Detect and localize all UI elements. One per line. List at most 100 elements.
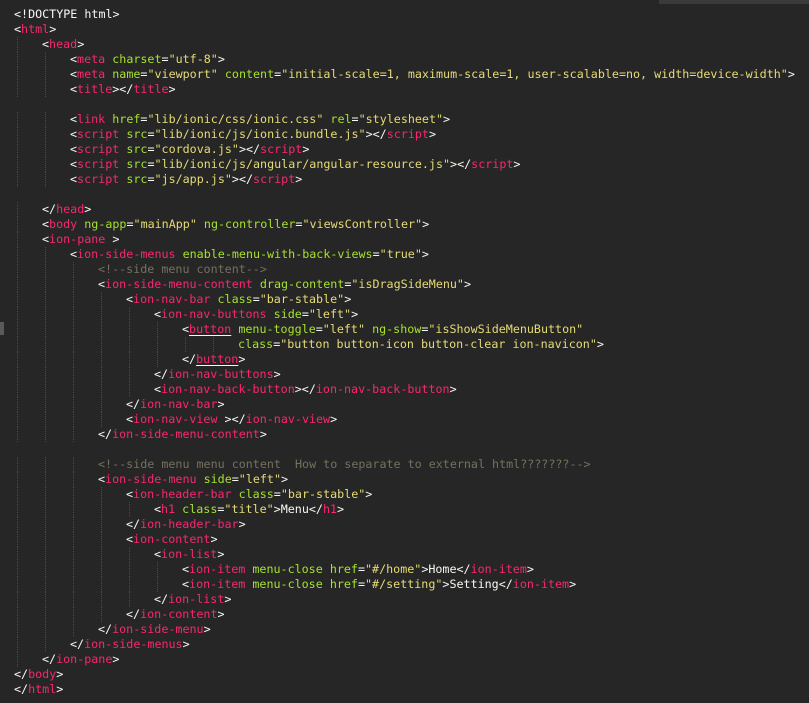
code-line[interactable]: </ion-side-menu-content> [14,427,809,442]
code-line[interactable]: <link href = "lib/ionic/css/ionic.css" rel… [14,112,809,127]
tag-name: script [253,172,296,186]
indent-guide [73,292,74,307]
indent-guide [17,82,18,97]
code-text: > [351,307,359,321]
code-text: > [238,352,246,366]
code-line[interactable]: <!DOCTYPE html> [14,7,809,22]
indent-guide [129,592,130,607]
code-line[interactable]: <ion-item menu-close href="#/setting">Se… [14,577,809,592]
code-text: = [147,157,155,171]
code-line[interactable]: </button> [14,352,809,367]
attribute-name: class [182,502,218,516]
code-text: = [372,247,380,261]
indent-guide [45,637,46,652]
code-text: > [787,67,795,81]
code-line[interactable]: <button menu-toggle="left" ng-show="isSh… [14,322,809,337]
code-line[interactable]: <ion-nav-bar class="bar-stable"> [14,292,809,307]
code-line[interactable]: </ion-nav-buttons> [14,367,809,382]
code-line[interactable] [14,442,809,457]
code-line[interactable]: <script src="lib/ionic/js/ionic.bundle.j… [14,127,809,142]
code-text: > [238,517,246,531]
code-line[interactable]: </ion-pane> [14,652,809,667]
code-text: < [70,172,78,186]
tag-name: meta [77,67,106,81]
indent-guide [17,172,18,187]
code-line[interactable]: <script src="js/app.js"></script> [14,172,809,187]
code-line[interactable]: <ion-nav-buttons side="left"> [14,307,809,322]
indent-guide [101,562,102,577]
code-line[interactable]: <ion-list> [14,547,809,562]
indent-guide [17,622,18,637]
code-line[interactable]: <head> [14,37,809,52]
indent-guide [73,592,74,607]
code-text: = [147,172,155,186]
code-editor[interactable]: <!DOCTYPE html> <html> <head> <meta charset… [0,0,809,703]
code-text: > [596,337,604,351]
code-line-content: <meta name="viewport" content="initial-s… [70,67,795,81]
code-line-content: <ion-nav-view ></ion-nav-view> [126,412,337,426]
code-line[interactable]: </ion-nav-bar> [14,397,809,412]
code-line[interactable]: </ion-content> [14,607,809,622]
code-line[interactable]: </body> [14,667,809,682]
code-line-content: </ion-side-menu-content> [98,427,267,441]
code-text: < [182,322,190,336]
code-line[interactable]: </ion-header-bar> [14,517,809,532]
code-text: = [351,112,359,126]
scrollbar-track[interactable] [659,0,809,4]
code-line[interactable]: <ion-content> [14,532,809,547]
indent-guide [101,337,102,352]
code-line[interactable]: <ion-item menu-close href="#/home">Home<… [14,562,809,577]
code-text: </ [98,622,113,636]
code-line[interactable] [14,187,809,202]
tag-name: script [471,157,514,171]
code-line-content: </ion-side-menus> [70,637,190,651]
code-line[interactable]: <title></title> [14,82,809,97]
attribute-name: src [126,157,148,171]
code-line[interactable]: <meta charset="utf-8"> [14,52,809,67]
code-line[interactable]: <html> [14,22,809,37]
code-line[interactable]: <ion-side-menus enable-menu-with-back-vi… [14,247,809,262]
attribute-name: src [126,172,148,186]
code-line[interactable]: </ion-side-menu> [14,622,809,637]
indent-guide [101,532,102,547]
code-line-content: </ion-header-bar> [126,517,246,531]
code-text: >Setting</ [442,577,513,591]
code-line[interactable]: <meta name="viewport" content="initial-s… [14,67,809,82]
indent-guide [129,577,130,592]
code-text: </ [126,517,141,531]
indent-guide [45,502,46,517]
code-line-content: <ion-nav-bar class="bar-stable"> [126,292,351,306]
gutter-marker [0,322,4,335]
code-line[interactable]: </ion-side-menus> [14,637,809,652]
code-line[interactable]: <!--side menu content--> [14,262,809,277]
code-line[interactable]: class="button button-icon button-clear i… [14,337,809,352]
code-line[interactable]: </html> [14,682,809,697]
indent-guide [73,562,74,577]
code-line[interactable]: <script src="lib/ionic/js/angular/angula… [14,157,809,172]
code-line[interactable]: <ion-pane > [14,232,809,247]
code-text: = [301,307,309,321]
indent-guide [45,142,46,157]
code-line[interactable]: <ion-nav-view ></ion-nav-view> [14,412,809,427]
code-text: > [217,397,225,411]
code-line[interactable]: <ion-nav-back-button></ion-nav-back-butt… [14,382,809,397]
code-line[interactable]: <script src="cordova.js"></script> [14,142,809,157]
code-line-content: <meta charset="utf-8"> [70,52,225,66]
code-line[interactable]: <body ng-app="mainApp" ng-controller="vi… [14,217,809,232]
attribute-name: ng-controller [203,217,296,231]
code-line[interactable]: <h1 class="title">Menu</h1> [14,502,809,517]
code-line[interactable]: <ion-header-bar class="bar-stable"> [14,487,809,502]
code-line[interactable]: <ion-side-menu side="left"> [14,472,809,487]
indent-guide [101,412,102,427]
indent-guide [17,322,18,337]
code-line[interactable]: <!--side menu menu content How to separa… [14,457,809,472]
code-text: < [126,412,134,426]
code-text: ></ [365,127,387,141]
indent-guide [45,247,46,262]
code-line[interactable]: </head> [14,202,809,217]
code-line[interactable]: <ion-side-menu-content drag-content="isD… [14,277,809,292]
code-line[interactable]: </ion-list> [14,592,809,607]
code-line[interactable] [14,97,809,112]
